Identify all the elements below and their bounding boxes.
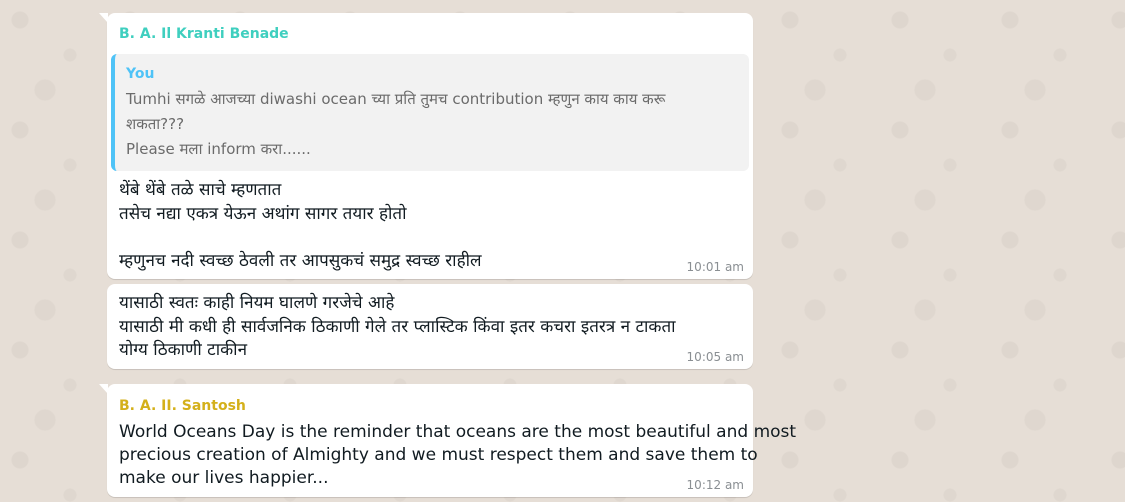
- message-bubble[interactable]: B. A. II. Santosh World Oceans Day is th…: [99, 384, 796, 497]
- message-text-line: make our lives happier...: [119, 468, 329, 488]
- message-bubble[interactable]: यासाठी स्वतः काही नियम घालणे गरजेचे आहे …: [107, 284, 753, 369]
- message-text-line: यासाठी मी कधी ही सार्वजनिक ठिकाणी गेले त…: [119, 317, 676, 337]
- bubble-tail: [99, 384, 108, 394]
- message-timestamp: 10:01 am: [686, 260, 744, 274]
- quoted-message[interactable]: You Tumhi सगळे आजच्या diwashi ocean च्या…: [111, 54, 749, 171]
- message-text-line: तसेच नद्या एकत्र येऊन अथांग सागर तयार हो…: [119, 204, 407, 224]
- message-timestamp: 10:12 am: [686, 478, 744, 492]
- message-text-line: म्हणुनच नदी स्वच्छ ठेवली तर आपसुकचं समुद…: [119, 251, 482, 271]
- message-bubble[interactable]: B. A. Il Kranti Benade You Tumhi सगळे आज…: [99, 13, 753, 279]
- message-text-line: यासाठी स्वतः काही नियम घालणे गरजेचे आहे: [119, 293, 395, 313]
- sender-name[interactable]: B. A. Il Kranti Benade: [119, 26, 289, 42]
- message-timestamp: 10:05 am: [686, 350, 744, 364]
- message-text-line: योग्य ठिकाणी टाकीन: [119, 340, 248, 360]
- message-text-line: थेंबे थेंबे तळे साचे म्हणतात: [119, 180, 282, 200]
- quoted-text-line: Tumhi सगळे आजच्या diwashi ocean च्या प्र…: [126, 90, 666, 108]
- quoted-text-line: शकता???: [126, 115, 185, 133]
- quoted-author: You: [126, 66, 155, 82]
- quoted-text-line: Please मला inform करा......: [126, 140, 311, 158]
- message-text-line: World Oceans Day is the reminder that oc…: [119, 422, 797, 442]
- bubble-tail: [99, 13, 108, 23]
- sender-name[interactable]: B. A. II. Santosh: [119, 398, 246, 414]
- message-text-line: precious creation of Almighty and we mus…: [119, 445, 758, 465]
